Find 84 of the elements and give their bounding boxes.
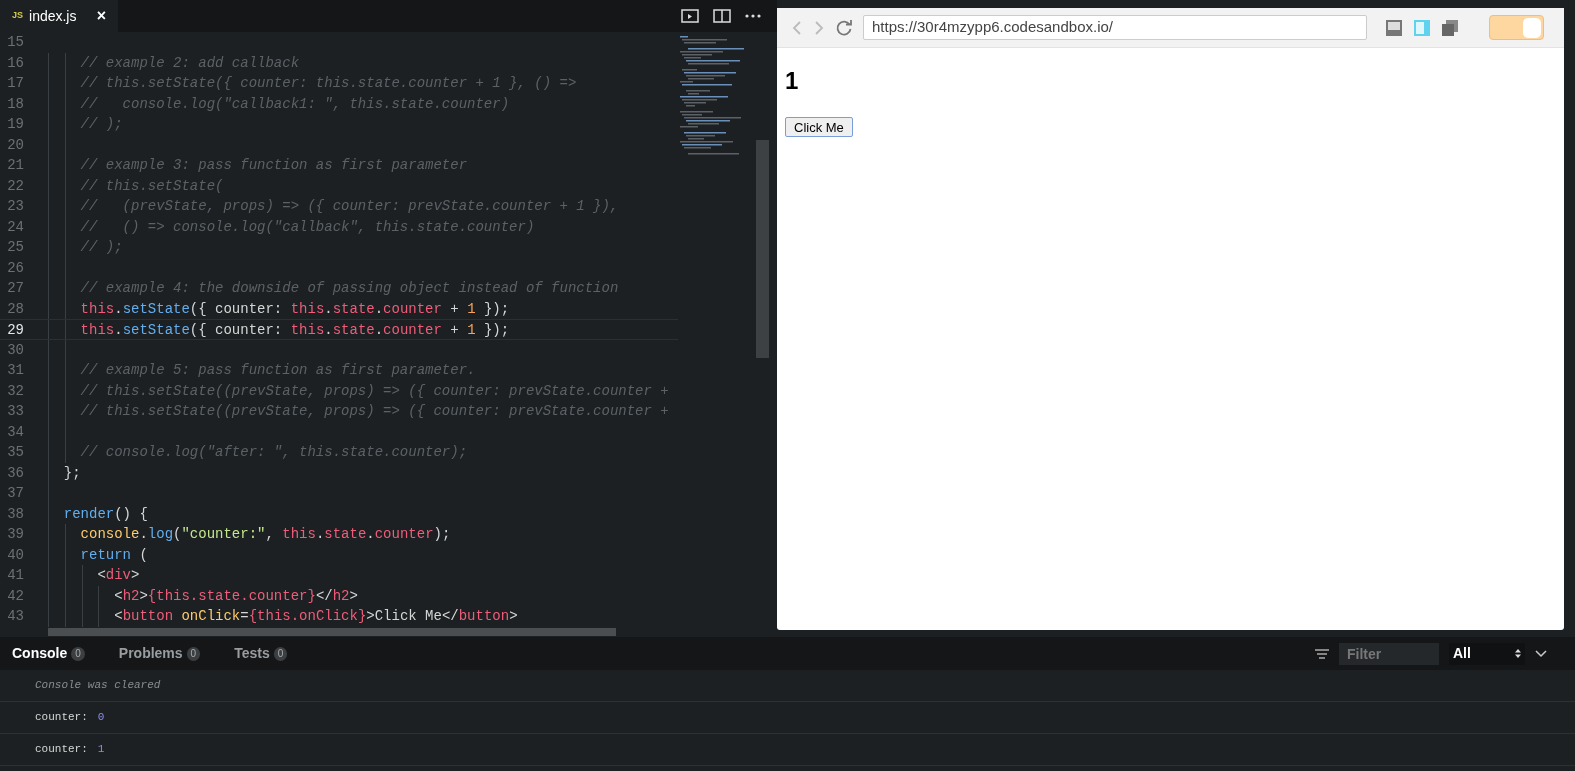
count-badge: 0 bbox=[186, 646, 201, 661]
code-line: }; bbox=[62, 464, 81, 481]
code-line: <h2>{this.state.counter}</h2> bbox=[113, 587, 358, 604]
line-number: 41 bbox=[6, 566, 24, 585]
code-line: // ); bbox=[79, 116, 123, 132]
line-number: 20 bbox=[6, 135, 24, 155]
code-line: return ( bbox=[79, 546, 148, 563]
line-number: 27 bbox=[6, 279, 24, 298]
code-line: // this.setState( bbox=[79, 177, 224, 194]
more-icon[interactable] bbox=[745, 14, 761, 18]
js-file-icon: JS bbox=[12, 9, 23, 23]
url-field[interactable]: https://30r4mzypp6.codesandbox.io/ bbox=[863, 15, 1367, 40]
line-number: 33 bbox=[6, 402, 24, 421]
line-number: 22 bbox=[6, 176, 24, 196]
code-line: console.log("counter:", this.state.counter); bbox=[79, 526, 451, 542]
code-line: // example 2: add callback bbox=[79, 54, 300, 71]
line-number: 21 bbox=[6, 156, 24, 175]
line-number: 23 bbox=[6, 197, 24, 216]
line-number: 40 bbox=[6, 545, 24, 565]
code-line: // console.log("callback1: ", this.state.counter) bbox=[79, 95, 510, 112]
line-number: 32 bbox=[6, 381, 24, 401]
log-value: 0 bbox=[97, 710, 105, 726]
click-me-button[interactable]: Click Me bbox=[785, 117, 853, 137]
filter-field[interactable]: Filter bbox=[1339, 642, 1439, 665]
console-tab[interactable]: Tests 0 bbox=[234, 643, 288, 664]
code-line: // console.log("after: ", this.state.counter); bbox=[79, 444, 468, 460]
code-line: this.setState({ counter: this.state.counter + 1 }); bbox=[79, 322, 510, 338]
code-line: <div> bbox=[96, 567, 140, 583]
log-label: counter: bbox=[35, 710, 88, 726]
line-number: 16 bbox=[6, 53, 24, 73]
line-number: 37 bbox=[6, 484, 24, 503]
code-line: // example 5: pass function as first parameter. bbox=[79, 362, 476, 378]
line-number: 35 bbox=[6, 443, 24, 462]
count-badge: 0 bbox=[273, 646, 288, 661]
line-number: 17 bbox=[6, 74, 24, 93]
code-line: // (prevState, props) => ({ counter: prevState.counter + 1 }), bbox=[79, 198, 619, 214]
close-icon[interactable]: × bbox=[96, 4, 106, 28]
line-number: 25 bbox=[6, 238, 24, 257]
file-tab[interactable]: JS index.js × bbox=[0, 0, 118, 32]
line-number: 28 bbox=[6, 299, 24, 319]
log-value: 1 bbox=[97, 742, 105, 758]
line-number: 42 bbox=[6, 586, 24, 606]
code-line: // this.setState((prevState, props) => ({ counter: prevState.counter + bbox=[79, 382, 669, 399]
line-number: 24 bbox=[6, 217, 24, 237]
line-number: 36 bbox=[6, 463, 24, 483]
filter-lines-icon[interactable] bbox=[1315, 648, 1329, 659]
code-line: // () => console.log("callback", this.state.counter) bbox=[79, 218, 535, 235]
vertical-scrollbar[interactable] bbox=[756, 140, 769, 358]
console-tab[interactable]: Console 0 bbox=[12, 643, 85, 664]
toggle-switch[interactable] bbox=[1489, 15, 1544, 40]
code-line: render() { bbox=[62, 505, 148, 522]
preview-window-icon[interactable] bbox=[681, 8, 699, 24]
horizontal-scrollbar[interactable] bbox=[48, 627, 616, 636]
code-line: // this.setState({ counter: this.state.counter + 1 }, () => bbox=[79, 75, 577, 91]
line-number: 39 bbox=[6, 525, 24, 544]
code-line: // example 3: pass function as first parameter bbox=[79, 157, 468, 173]
code-line: this.setState({ counter: this.state.counter + 1 }); bbox=[79, 300, 510, 317]
code-line: // ); bbox=[79, 239, 123, 255]
windows-icon[interactable] bbox=[1441, 18, 1459, 37]
line-number: 30 bbox=[6, 340, 24, 360]
console-message: Console was cleared bbox=[35, 678, 161, 694]
line-number: 29 bbox=[6, 321, 24, 339]
up-down-arrows-icon bbox=[1515, 649, 1521, 658]
tab-label: index.js bbox=[29, 6, 77, 26]
line-number: 34 bbox=[6, 422, 24, 442]
level-select[interactable]: All bbox=[1449, 642, 1525, 665]
line-number: 31 bbox=[6, 361, 24, 380]
log-label: counter: bbox=[35, 742, 88, 758]
counter-heading: 1 bbox=[785, 67, 800, 95]
console-tab[interactable]: Problems 0 bbox=[118, 643, 201, 664]
line-number: 38 bbox=[6, 504, 24, 524]
code-line: <button onClick={this.onClick}>Click Me</button> bbox=[113, 608, 518, 624]
chevron-down-icon[interactable] bbox=[1535, 649, 1547, 658]
line-number: 43 bbox=[6, 607, 24, 626]
line-number: 18 bbox=[6, 94, 24, 114]
code-line: // this.setState((prevState, props) => ({ counter: prevState.counter + bbox=[79, 403, 669, 419]
line-number: 26 bbox=[6, 258, 24, 278]
panel-bottom-icon[interactable] bbox=[1385, 18, 1403, 37]
count-badge: 0 bbox=[71, 646, 85, 661]
reload-icon[interactable] bbox=[835, 18, 853, 37]
line-number: 19 bbox=[6, 115, 24, 134]
line-number: 15 bbox=[6, 33, 24, 52]
code-line: // example 4: the downside of passing object instead of function bbox=[79, 280, 619, 296]
split-view-icon[interactable] bbox=[713, 8, 731, 24]
